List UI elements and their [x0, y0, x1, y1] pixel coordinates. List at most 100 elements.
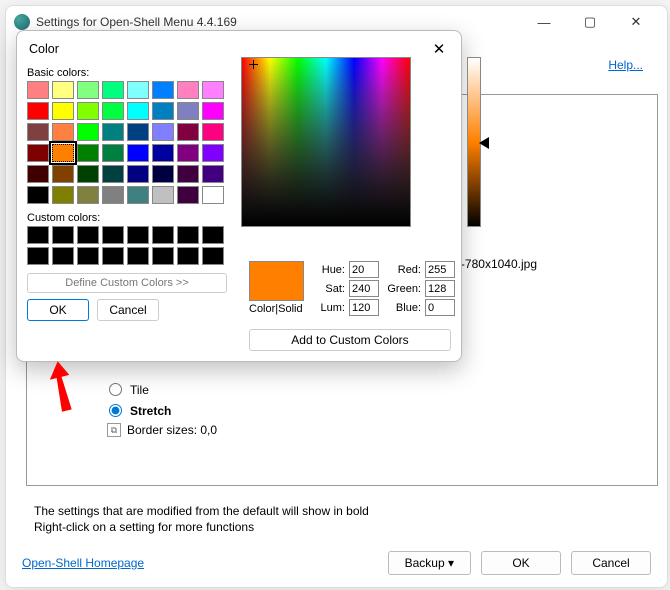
basic-swatch[interactable] [202, 81, 224, 99]
footer-line2: Right-click on a setting for more functi… [34, 520, 369, 536]
add-custom-button[interactable]: Add to Custom Colors [249, 329, 451, 351]
custom-swatch[interactable] [152, 247, 174, 265]
basic-swatch[interactable] [177, 102, 199, 120]
color-picker-panel [241, 57, 451, 227]
basic-swatch[interactable] [77, 123, 99, 141]
gradient-picker[interactable] [241, 57, 411, 227]
basic-swatch[interactable] [52, 144, 74, 162]
radio-stretch[interactable] [109, 404, 122, 417]
basic-swatch[interactable] [177, 123, 199, 141]
basic-swatch[interactable] [27, 102, 49, 120]
close-button[interactable]: ✕ [613, 6, 659, 38]
blue-input[interactable] [425, 299, 455, 316]
custom-swatch[interactable] [127, 247, 149, 265]
custom-swatch[interactable] [27, 247, 49, 265]
color-ok-button[interactable]: OK [27, 299, 89, 321]
border-sizes-row[interactable]: ⧉ Border sizes: 0,0 [107, 423, 647, 437]
help-link[interactable]: Help... [608, 58, 643, 72]
basic-swatch[interactable] [152, 123, 174, 141]
color-cancel-button[interactable]: Cancel [97, 299, 159, 321]
basic-swatch[interactable] [77, 186, 99, 204]
crosshair-icon [249, 60, 258, 69]
cancel-button[interactable]: Cancel [571, 551, 651, 575]
basic-swatch[interactable] [27, 123, 49, 141]
basic-swatch[interactable] [102, 186, 124, 204]
custom-swatch[interactable] [52, 247, 74, 265]
minimize-button[interactable]: — [521, 6, 567, 38]
backup-button[interactable]: Backup [388, 551, 471, 575]
basic-swatch[interactable] [177, 81, 199, 99]
basic-swatch[interactable] [102, 165, 124, 183]
sat-label: Sat: [317, 283, 345, 295]
custom-swatch[interactable] [77, 226, 99, 244]
green-input[interactable] [425, 280, 455, 297]
basic-swatch[interactable] [127, 186, 149, 204]
basic-swatch[interactable] [102, 144, 124, 162]
basic-swatch[interactable] [102, 102, 124, 120]
basic-swatch[interactable] [152, 165, 174, 183]
basic-swatch[interactable] [152, 144, 174, 162]
basic-swatch[interactable] [202, 102, 224, 120]
basic-swatch[interactable] [127, 123, 149, 141]
color-title-text: Color [29, 42, 429, 56]
basic-swatch[interactable] [27, 165, 49, 183]
hue-input[interactable] [349, 261, 379, 278]
basic-swatch[interactable] [127, 144, 149, 162]
basic-swatch[interactable] [52, 123, 74, 141]
blue-label: Blue: [383, 302, 421, 314]
basic-swatch[interactable] [202, 165, 224, 183]
footer-note: The settings that are modified from the … [34, 504, 369, 535]
ok-button[interactable]: OK [481, 551, 561, 575]
custom-swatch[interactable] [102, 226, 124, 244]
basic-swatch[interactable] [27, 144, 49, 162]
custom-swatch[interactable] [202, 226, 224, 244]
basic-swatch[interactable] [52, 81, 74, 99]
custom-swatch[interactable] [77, 247, 99, 265]
custom-swatch[interactable] [27, 226, 49, 244]
hue-label: Hue: [317, 264, 345, 276]
basic-swatch[interactable] [127, 102, 149, 120]
custom-swatch[interactable] [52, 226, 74, 244]
basic-swatch[interactable] [202, 144, 224, 162]
basic-swatch[interactable] [202, 123, 224, 141]
homepage-link[interactable]: Open-Shell Homepage [22, 556, 378, 570]
basic-swatch[interactable] [152, 81, 174, 99]
custom-swatch[interactable] [127, 226, 149, 244]
radio-tile[interactable] [109, 383, 122, 396]
red-input[interactable] [425, 261, 455, 278]
basic-swatch[interactable] [127, 81, 149, 99]
lum-input[interactable] [349, 299, 379, 316]
basic-swatch[interactable] [77, 165, 99, 183]
maximize-button[interactable]: ▢ [567, 6, 613, 38]
basic-swatch[interactable] [177, 144, 199, 162]
hsv-fields: Hue: Red: Sat: Green: Lum: Blue: [317, 261, 455, 318]
custom-swatch[interactable] [152, 226, 174, 244]
custom-swatch[interactable] [202, 247, 224, 265]
basic-swatch[interactable] [77, 81, 99, 99]
basic-swatch[interactable] [52, 165, 74, 183]
custom-swatch[interactable] [177, 247, 199, 265]
basic-swatch[interactable] [102, 123, 124, 141]
bottom-bar: Open-Shell Homepage Backup OK Cancel [22, 551, 651, 575]
basic-swatch[interactable] [52, 186, 74, 204]
basic-swatch[interactable] [177, 165, 199, 183]
basic-swatch[interactable] [202, 186, 224, 204]
radio-stretch-row[interactable]: Stretch [107, 402, 647, 419]
basic-swatch[interactable] [102, 81, 124, 99]
basic-swatch[interactable] [77, 102, 99, 120]
basic-swatch[interactable] [152, 186, 174, 204]
custom-swatch[interactable] [102, 247, 124, 265]
basic-swatch[interactable] [152, 102, 174, 120]
sat-input[interactable] [349, 280, 379, 297]
basic-swatch[interactable] [127, 165, 149, 183]
basic-swatch[interactable] [27, 81, 49, 99]
basic-swatch[interactable] [177, 186, 199, 204]
radio-tile-row[interactable]: Tile [107, 381, 647, 398]
custom-swatch[interactable] [177, 226, 199, 244]
filename-fragment: -9-780x1040.jpg [450, 257, 537, 271]
define-custom-button[interactable]: Define Custom Colors >> [27, 273, 227, 293]
basic-swatch[interactable] [77, 144, 99, 162]
close-icon[interactable]: ✕ [429, 39, 449, 59]
basic-swatch[interactable] [27, 186, 49, 204]
basic-swatch[interactable] [52, 102, 74, 120]
